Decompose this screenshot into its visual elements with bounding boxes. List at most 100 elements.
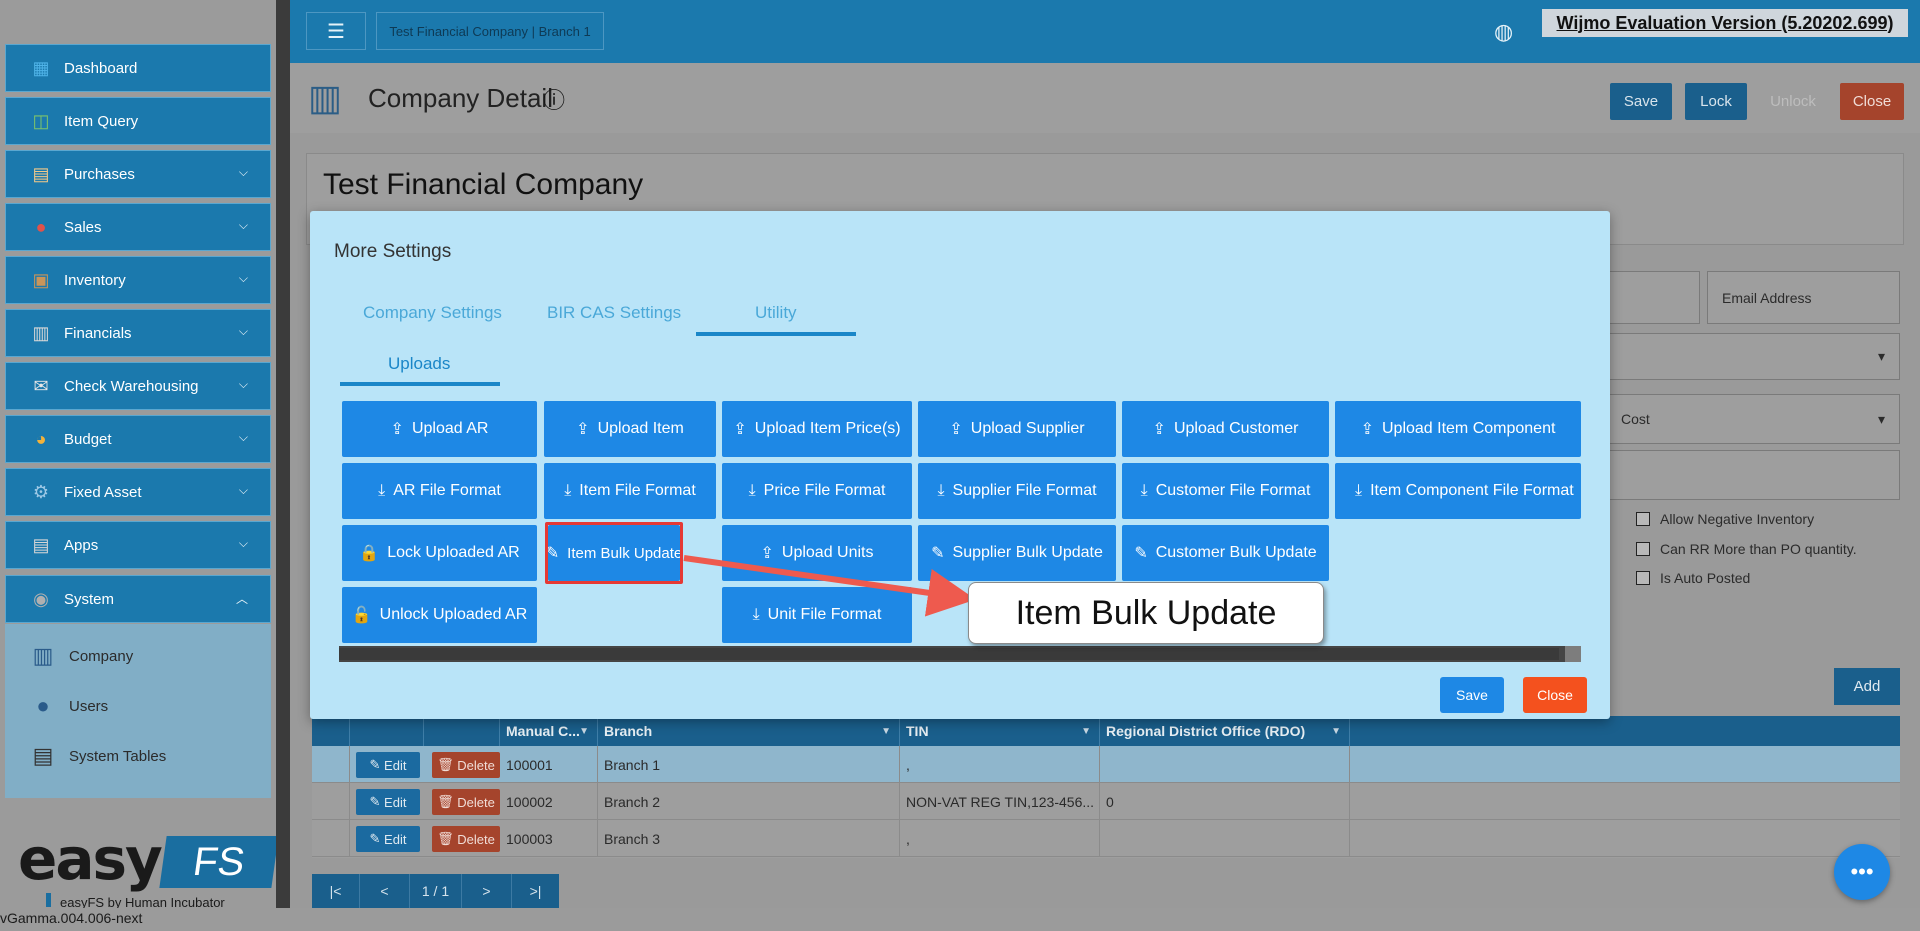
sidebar-item-budget[interactable]: ◕ Budget ⌵	[5, 415, 271, 463]
item-component-file-format-button[interactable]: ⤓ Item Component File Format	[1335, 463, 1581, 519]
grid-header-tin[interactable]: TIN ▼	[900, 716, 1100, 746]
close-button[interactable]: Close	[1840, 83, 1904, 120]
version-label: vGamma.004.006-next	[0, 910, 143, 926]
supplier-bulk-update-button[interactable]: ✎ Supplier Bulk Update	[918, 525, 1116, 581]
price-file-format-button[interactable]: ⤓ Price File Format	[722, 463, 912, 519]
upload-supplier-button[interactable]: ⇪ Upload Supplier	[918, 401, 1116, 457]
upload-item-component-button[interactable]: ⇪ Upload Item Component	[1335, 401, 1581, 457]
delete-button[interactable]: 🗑 Delete	[432, 789, 500, 815]
delete-button[interactable]: 🗑 Delete	[432, 826, 500, 852]
tab-bir-cas-settings[interactable]: BIR CAS Settings	[547, 303, 681, 323]
wijmo-watermark[interactable]: Wijmo Evaluation Version (5.20202.699)	[1542, 9, 1908, 37]
save-button[interactable]: Save	[1610, 83, 1672, 120]
add-branch-button[interactable]: Add	[1834, 668, 1900, 705]
sidebar-item-sales[interactable]: ● Sales ⌵	[5, 203, 271, 251]
filter-icon[interactable]: ▼	[579, 726, 589, 737]
costing-value: Cost	[1621, 411, 1650, 427]
scrollbar-thumb[interactable]	[339, 648, 1559, 660]
upload-units-button[interactable]: ⇪ Upload Units	[722, 525, 912, 581]
rr-more-than-po-checkbox[interactable]: Can RR More than PO quantity.	[1636, 541, 1857, 557]
help-icon[interactable]: ⓘ	[543, 83, 565, 115]
sidebar-divider	[276, 0, 290, 908]
unlock-uploaded-ar-button[interactable]: 🔓 Unlock Uploaded AR	[342, 587, 537, 643]
grid-header-select	[312, 716, 350, 746]
pager-first-button[interactable]: |<	[312, 874, 360, 908]
upload-customer-button[interactable]: ⇪ Upload Customer	[1122, 401, 1329, 457]
allow-negative-inventory-checkbox[interactable]: Allow Negative Inventory	[1636, 511, 1814, 527]
lock-button[interactable]: Lock	[1685, 83, 1747, 120]
sidebar-item-purchases[interactable]: ▤ Purchases ⌵	[5, 150, 271, 198]
sidebar-item-apps[interactable]: ▤ Apps ⌵	[5, 521, 271, 569]
email-field[interactable]: Email Address	[1707, 271, 1900, 324]
delete-button[interactable]: 🗑 Delete	[432, 752, 500, 778]
globe-icon[interactable]: ◍	[1494, 19, 1513, 45]
grid-header-rdo[interactable]: Regional District Office (RDO) ▼	[1100, 716, 1350, 746]
pager-last-button[interactable]: >|	[512, 874, 559, 908]
download-icon: ⤓	[1140, 482, 1148, 499]
grid-header-branch[interactable]: Branch ▼	[598, 716, 900, 746]
more-actions-fab[interactable]: •••	[1834, 844, 1890, 900]
upload-ar-button[interactable]: ⇪ Upload AR	[342, 401, 537, 457]
tab-company-settings[interactable]: Company Settings	[363, 303, 502, 323]
unit-file-format-button[interactable]: ⤓ Unit File Format	[722, 587, 912, 643]
grid-header-code[interactable]: Manual C... ▼	[500, 716, 598, 746]
table-row[interactable]: ✎ Edit 🗑 Delete 100002 Branch 2 NON-VAT …	[312, 783, 1900, 820]
lock-uploaded-ar-button[interactable]: 🔒 Lock Uploaded AR	[342, 525, 537, 581]
unlock-button[interactable]: Unlock	[1760, 83, 1826, 120]
pager-next-button[interactable]: >	[462, 874, 512, 908]
pager-prev-button[interactable]: <	[360, 874, 410, 908]
upload-item-price-button[interactable]: ⇪ Upload Item Price(s)	[722, 401, 912, 457]
sidebar-item-dashboard[interactable]: ▦ Dashboard	[5, 44, 271, 92]
menu-toggle-button[interactable]: ☰	[306, 12, 366, 50]
sidebar-item-item-query[interactable]: ◫ Item Query	[5, 97, 271, 145]
cell-tin: ,	[900, 746, 1100, 783]
modal-save-button[interactable]: Save	[1440, 677, 1504, 713]
sidebar-item-label: Budget	[64, 430, 112, 448]
table-row[interactable]: ✎ Edit 🗑 Delete 100001 Branch 1 ,	[312, 746, 1900, 783]
delete-label: Delete	[457, 794, 495, 810]
modal-close-button[interactable]: Close	[1523, 677, 1587, 713]
button-label: Item Component File Format	[1370, 482, 1574, 499]
supplier-file-format-button[interactable]: ⤓ Supplier File Format	[918, 463, 1116, 519]
upload-icon: ⇪	[576, 421, 590, 438]
edit-button[interactable]: ✎ Edit	[356, 789, 420, 815]
phone-field[interactable]	[1606, 271, 1700, 324]
edit-button[interactable]: ✎ Edit	[356, 826, 420, 852]
cell-rdo	[1100, 746, 1350, 783]
upload-item-button[interactable]: ⇪ Upload Item	[544, 401, 716, 457]
dropdown-field[interactable]: ▾	[1606, 333, 1900, 380]
item-file-format-button[interactable]: ⤓ Item File Format	[544, 463, 716, 519]
unlock-icon: 🔓	[351, 607, 372, 624]
subtab-uploads[interactable]: Uploads	[388, 354, 450, 374]
trash-icon: 🗑	[437, 831, 458, 846]
edit-button[interactable]: ✎ Edit	[356, 752, 420, 778]
upload-icon: ⇪	[1152, 421, 1166, 438]
costing-dropdown[interactable]: Cost ▾	[1606, 394, 1900, 444]
filter-icon[interactable]: ▼	[881, 726, 891, 737]
customer-bulk-update-button[interactable]: ✎ Customer Bulk Update	[1122, 525, 1329, 581]
customer-file-format-button[interactable]: ⤓ Customer File Format	[1122, 463, 1329, 519]
tab-utility[interactable]: Utility	[755, 303, 797, 323]
upload-icon: ⇪	[1360, 421, 1374, 438]
hamburger-icon: ☰	[327, 20, 345, 43]
sidebar-item-label: Check Warehousing	[64, 377, 199, 395]
sidebar-item-check-warehousing[interactable]: ✉ Check Warehousing ⌵	[5, 362, 271, 410]
sidebar-subitem-system-tables[interactable]: ▤ System Tables	[27, 736, 167, 776]
pager-page-label: 1 / 1	[410, 874, 462, 908]
sidebar-item-financials[interactable]: ▥ Financials ⌵	[5, 309, 271, 357]
cell-code: 100003	[500, 820, 598, 857]
sidebar-item-inventory[interactable]: ▣ Inventory ⌵	[5, 256, 271, 304]
scrollbar-end[interactable]	[1565, 646, 1581, 662]
filter-icon[interactable]: ▼	[1331, 726, 1341, 737]
text-field[interactable]	[1606, 450, 1900, 500]
horizontal-scrollbar[interactable]	[339, 646, 1581, 662]
filter-icon[interactable]: ▼	[1081, 726, 1091, 737]
sidebar-subitem-users[interactable]: ● Users	[27, 686, 108, 726]
ar-file-format-button[interactable]: ⤓ AR File Format	[342, 463, 537, 519]
sidebar-item-fixed-asset[interactable]: ⚙ Fixed Asset ⌵	[5, 468, 271, 516]
sidebar-subitem-company[interactable]: ▥ Company	[27, 636, 134, 676]
auto-posted-checkbox[interactable]: Is Auto Posted	[1636, 570, 1750, 586]
sidebar-item-label: Dashboard	[64, 59, 138, 77]
sidebar-item-system[interactable]: ◉ System ︿	[5, 575, 271, 623]
table-row[interactable]: ✎ Edit 🗑 Delete 100003 Branch 3 ,	[312, 820, 1900, 857]
